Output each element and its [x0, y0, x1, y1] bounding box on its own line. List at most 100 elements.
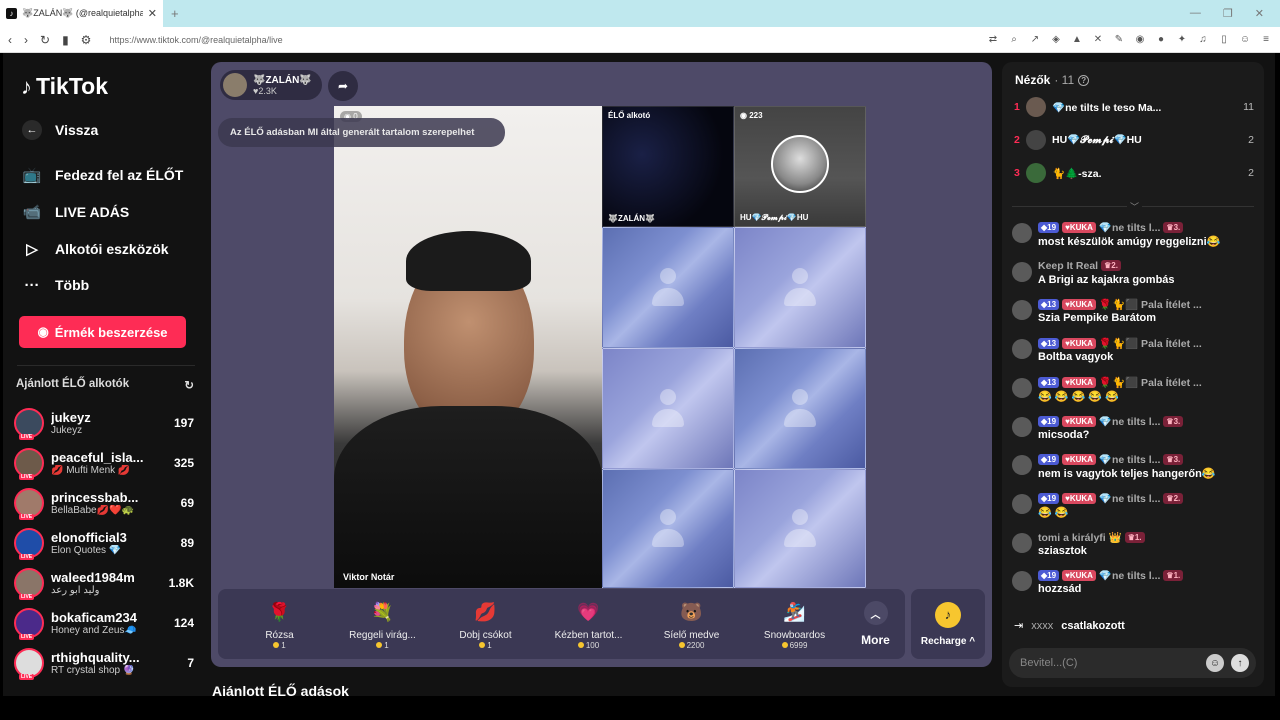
chat-input[interactable]: Bevitel...(C) ☺ ↑ — [1009, 648, 1256, 678]
chat-message[interactable]: ◆ 13 ♥ KUKA 🌹🐈⬛ Pala Ítélet ... Boltba vagyok — [1012, 337, 1257, 371]
ext-3-icon[interactable]: ◉ — [1134, 34, 1146, 45]
recommended-creator[interactable]: LIVE jukeyz Jukeyz 197 — [14, 405, 194, 441]
creator-avatar: LIVE — [14, 448, 44, 480]
gift-bar: 🌹 Rózsa 1 💐 Reggeli virág... 1 💋 Dobj csók… — [218, 589, 905, 659]
send-icon[interactable]: ↑ — [1231, 654, 1249, 672]
viewer-name: 🐈🌲-sza. — [1052, 167, 1102, 180]
chat-username[interactable]: 💎ne tilts l... — [1099, 569, 1161, 582]
menu-icon[interactable]: ≡ — [1260, 34, 1272, 45]
nav-creator-tools[interactable]: ▷ Alkotói eszközök — [21, 239, 201, 259]
creator-subtitle: RT crystal shop 🔮 — [51, 665, 136, 676]
translate-icon[interactable]: ⇄ — [987, 34, 999, 45]
chat-message[interactable]: Keep It Real ♛ 2. A Brigi az kajakra gombás — [1012, 260, 1257, 294]
host-chip[interactable]: 🐺ZALÁN🐺 ♥2.3K — [220, 70, 322, 100]
url-field[interactable]: https://www.tiktok.com/@realquietalpha/l… — [109, 35, 282, 45]
nav-more[interactable]: ··· Több — [21, 275, 201, 295]
creator-avatar: LIVE — [14, 608, 44, 640]
chat-message[interactable]: ◆ 19 ♥ KUKA 💎ne tilts l... ♛ 1. hozzsád — [1012, 569, 1257, 603]
empty-seat[interactable] — [734, 348, 866, 469]
guest-cell-host[interactable]: ÉLŐ alkotó 🐺ZALÁN🐺 — [602, 106, 734, 227]
bookmark-icon[interactable]: ▮ — [62, 33, 69, 47]
chat-avatar — [1012, 455, 1032, 476]
share-button[interactable]: ➦ — [328, 71, 358, 101]
chat-message[interactable]: tomi a királyfi 👑 ♛ 1. sziasztok — [1012, 531, 1257, 565]
empty-seat[interactable] — [602, 348, 734, 469]
browser-tab[interactable]: ♪ 🐺ZALÁN🐺 (@realquietalpha ✕ — [0, 0, 163, 27]
chevron-down-icon[interactable]: ﹀ — [1127, 200, 1143, 213]
chat-message[interactable]: ◆ 19 ♥ KUKA 💎ne tilts l... ♛ 3. micsoda? — [1012, 415, 1257, 449]
gift-item[interactable]: 💋 Dobj csókot 1 — [434, 591, 537, 657]
reload-icon[interactable]: ↻ — [40, 33, 50, 47]
chat-username[interactable]: 💎ne tilts l... — [1099, 415, 1161, 428]
fan-club-badge: ♥ KUKA — [1062, 454, 1096, 466]
empty-seat[interactable] — [602, 227, 734, 348]
chat-username[interactable]: 💎ne tilts l... — [1099, 221, 1161, 234]
tab-close-icon[interactable]: ✕ — [148, 7, 157, 20]
new-tab-button[interactable]: + — [171, 6, 179, 21]
top-viewer-row[interactable]: 2 HU💎𝓟𝓮𝓶𝓹𝓲💎HU 2 — [1014, 128, 1254, 152]
level-badge: ◆ 13 — [1038, 376, 1060, 388]
chat-username[interactable]: 💎ne tilts l... — [1099, 492, 1161, 505]
profile-icon[interactable]: ☺ — [1239, 34, 1251, 45]
recommended-creator[interactable]: LIVE bokaficam234 Honey and Zeus🧢 124 — [14, 605, 194, 641]
gift-item[interactable]: 🏂 Snowboardos 6999 — [743, 591, 846, 657]
top-viewer-row[interactable]: 1 💎ne tilts le teso Ma... 11 — [1014, 95, 1254, 119]
empty-seat[interactable] — [734, 227, 866, 348]
ext-4-icon[interactable]: ● — [1155, 34, 1167, 45]
chat-message[interactable]: ◆ 13 ♥ KUKA 🌹🐈⬛ Pala Ítélet ... Szia Pempike … — [1012, 298, 1257, 332]
maximize-icon[interactable]: ❐ — [1223, 7, 1233, 20]
chat-username[interactable]: tomi a királyfi 👑 — [1038, 531, 1122, 544]
sidebar-icon[interactable]: ▯ — [1218, 34, 1230, 45]
recommended-creator[interactable]: LIVE elonofficial3 Elon Quotes 💎 89 — [14, 525, 194, 561]
chat-username[interactable]: 🌹🐈⬛ Pala Ítélet ... — [1099, 298, 1202, 311]
gift-item[interactable]: 🌹 Rózsa 1 — [228, 591, 331, 657]
creator-avatar: LIVE — [14, 648, 44, 680]
top-viewer-row[interactable]: 3 🐈🌲-sza. 2 — [1014, 161, 1254, 185]
empty-seat[interactable] — [602, 469, 734, 588]
empty-seat[interactable] — [734, 469, 866, 588]
chat-message[interactable]: ◆ 19 ♥ KUKA 💎ne tilts l... ♛ 3. nem is vagytok … — [1012, 453, 1257, 487]
close-window-icon[interactable]: ✕ — [1255, 7, 1264, 20]
chat-message[interactable]: ◆ 19 ♥ KUKA 💎ne tilts l... ♛ 2. 😂 😂 — [1012, 492, 1257, 526]
nav-go-live[interactable]: 📹 LIVE ADÁS — [21, 202, 201, 222]
chat-username[interactable]: Keep It Real — [1038, 260, 1098, 272]
nav-explore-live[interactable]: 📺 Fedezd fel az ÉLŐT — [21, 165, 201, 185]
tiktok-logo[interactable]: ♪ TikTok — [21, 73, 108, 100]
recommended-creator[interactable]: LIVE waleed1984m وليد ابو رعد 1.8K — [14, 565, 194, 601]
share-icon[interactable]: ↗ — [1029, 34, 1041, 45]
minimize-icon[interactable]: — — [1190, 7, 1201, 20]
gift-item[interactable]: 💐 Reggeli virág... 1 — [331, 591, 434, 657]
chat-avatar — [1012, 416, 1032, 437]
shield-ext-icon[interactable]: ◈ — [1050, 34, 1062, 45]
ext-1-icon[interactable]: ✕ — [1092, 34, 1104, 45]
back-link[interactable]: ← Vissza — [21, 120, 201, 140]
refresh-icon[interactable]: ↻ — [184, 378, 194, 392]
help-icon[interactable]: ? — [1078, 74, 1090, 86]
site-settings-icon[interactable]: ⚙ — [81, 33, 92, 47]
music-icon[interactable]: ♫ — [1197, 34, 1209, 45]
warning-ext-icon[interactable]: ▲ — [1071, 34, 1083, 45]
zoom-icon[interactable]: ⌕ — [1008, 34, 1020, 45]
recommended-creator[interactable]: LIVE peaceful_isla... 💋 Mufti Menk 💋 325 — [14, 445, 194, 481]
main-video-feed[interactable]: ◉ 0 Viktor Notár — [334, 106, 602, 588]
ext-2-icon[interactable]: ✎ — [1113, 34, 1125, 45]
forward-arrow-icon[interactable]: › — [24, 33, 28, 47]
chat-message[interactable]: ◆ 19 ♥ KUKA 💎ne tilts l... ♛ 3. most készülök a… — [1012, 221, 1257, 255]
more-gifts-button[interactable]: ︿ More — [846, 601, 905, 647]
chat-username[interactable]: 🌹🐈⬛ Pala Ítélet ... — [1099, 337, 1202, 350]
chat-message[interactable]: ◆ 13 ♥ KUKA 🌹🐈⬛ Pala Ítélet ... 😂 😂 😂 😂 😂 — [1012, 376, 1257, 410]
emoji-icon[interactable]: ☺ — [1206, 654, 1224, 672]
recharge-button[interactable]: ♪ Recharge ^ — [911, 589, 985, 659]
puzzle-icon[interactable]: ✦ — [1176, 34, 1188, 45]
guest-cell-pempi[interactable]: ◉ 223 HU💎𝓟𝓮𝓶𝓹𝓲💎HU — [734, 106, 866, 227]
recommended-creator[interactable]: LIVE princessbab... BellaBabe💋❤️🐢 69 — [14, 485, 194, 521]
chat-username[interactable]: 💎ne tilts l... — [1099, 453, 1161, 466]
join-text: csatlakozott — [1061, 619, 1125, 632]
creator-subtitle: BellaBabe💋❤️🐢 — [51, 505, 134, 516]
get-coins-button[interactable]: ◉ Érmék beszerzése — [19, 316, 186, 348]
chat-username[interactable]: 🌹🐈⬛ Pala Ítélet ... — [1099, 376, 1202, 389]
back-arrow-icon[interactable]: ‹ — [8, 33, 12, 47]
recommended-creator[interactable]: LIVE rthighquality... RT crystal shop 🔮 … — [14, 645, 194, 681]
gift-item[interactable]: 💗 Kézben tartot... 100 — [537, 591, 640, 657]
gift-item[interactable]: 🐻 Síelő medve 2200 — [640, 591, 743, 657]
